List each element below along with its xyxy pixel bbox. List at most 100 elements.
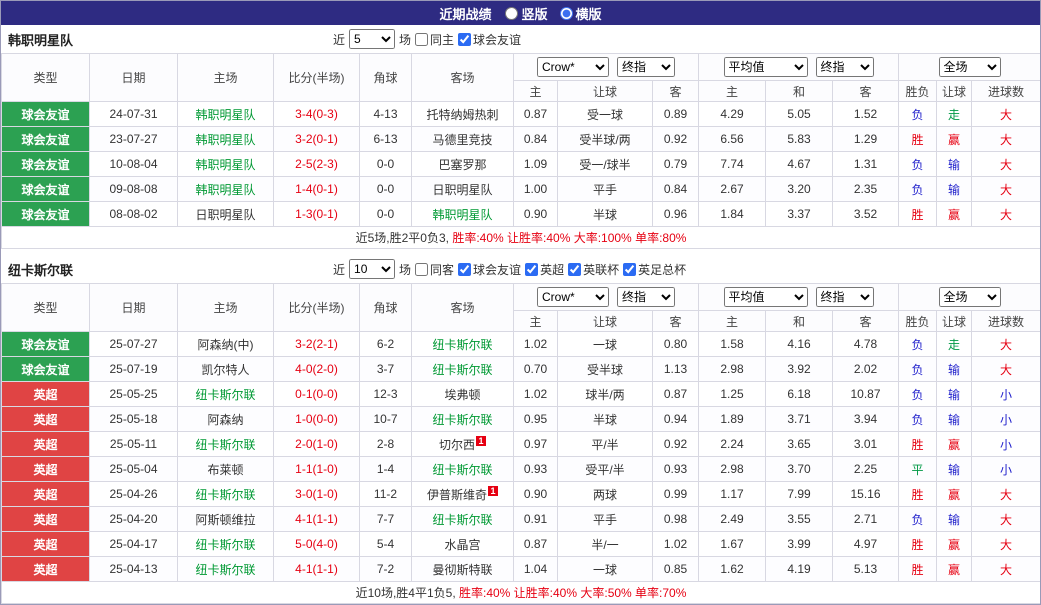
sub-col-header: 客 — [833, 81, 899, 102]
avg-draw-odds: 7.99 — [766, 482, 833, 507]
filter-option-label: 球会友谊 — [473, 31, 521, 48]
col-header-3: 主场 — [178, 54, 274, 102]
team-name: 韩职明星队 — [432, 208, 492, 222]
result-goals: 大 — [972, 482, 1041, 507]
team-name: 托特纳姆热刺 — [426, 108, 498, 122]
layout-option-label: 竖版 — [521, 4, 547, 23]
avg-away-odds: 1.31 — [833, 152, 899, 177]
score: 1-3(0-1) — [274, 202, 360, 227]
corner-score: 0-0 — [360, 202, 412, 227]
team-name: 阿斯顿维拉 — [195, 513, 255, 527]
home-team: 凯尔特人 — [178, 357, 274, 382]
sub-col-header: 主 — [514, 311, 558, 332]
filter-option[interactable]: 同客 — [415, 261, 454, 278]
match-date: 24-07-31 — [90, 102, 178, 127]
section-team-name: 韩职明星队 — [8, 30, 73, 49]
filter-bar: 近5场同主球会友谊 — [333, 25, 521, 53]
home-team: 韩职明星队 — [178, 177, 274, 202]
filter-checkbox-2[interactable] — [458, 33, 471, 46]
handicap-away-odds: 0.94 — [653, 407, 699, 432]
sub-col-header: 胜负 — [899, 81, 937, 102]
away-team: 巴塞罗那 — [412, 152, 514, 177]
match-count-select[interactable]: 10 — [349, 259, 395, 279]
odds-stage-select[interactable]: 终指 — [617, 287, 675, 307]
summary-segment: 大率:100% — [570, 231, 631, 245]
home-team: 纽卡斯尔联 — [178, 482, 274, 507]
filter-option[interactable]: 英超 — [525, 261, 564, 278]
handicap-home-odds: 1.00 — [514, 177, 558, 202]
filter-option[interactable]: 球会友谊 — [458, 261, 521, 278]
avg-draw-odds: 6.18 — [766, 382, 833, 407]
away-team: 纽卡斯尔联 — [412, 407, 514, 432]
layout-radio-group: 竖版横版 — [505, 4, 601, 23]
match-date: 25-04-26 — [90, 482, 178, 507]
average-select[interactable]: 平均值 — [724, 57, 808, 77]
handicap-away-odds: 0.96 — [653, 202, 699, 227]
layout-option[interactable]: 横版 — [560, 4, 602, 23]
scope-select[interactable]: 全场 — [939, 57, 1001, 77]
match-row: 球会友谊09-08-08韩职明星队1-4(0-1)0-0日职明星队1.00平手0… — [2, 177, 1041, 202]
col-header-1: 类型 — [2, 54, 90, 102]
result-handicap: 赢 — [937, 482, 972, 507]
summary-row: 近5场,胜2平0负3, 胜率:40% 让胜率:40% 大率:100% 单率:80… — [2, 227, 1041, 249]
handicap-away-odds: 1.13 — [653, 357, 699, 382]
match-count-select[interactable]: 5 — [349, 29, 395, 49]
away-team: 曼彻斯特联 — [412, 557, 514, 582]
filter-checkbox-4[interactable] — [568, 263, 581, 276]
scope-select[interactable]: 全场 — [939, 287, 1001, 307]
odds-group-2: 平均值终指 — [699, 54, 899, 81]
filter-option[interactable]: 英联杯 — [568, 261, 619, 278]
avg-stage-select[interactable]: 终指 — [816, 57, 874, 77]
avg-away-odds: 1.29 — [833, 127, 899, 152]
away-team: 纽卡斯尔联 — [412, 357, 514, 382]
avg-stage-select[interactable]: 终指 — [816, 287, 874, 307]
corner-score: 3-7 — [360, 357, 412, 382]
filter-option-label: 英足总杯 — [638, 261, 686, 278]
result-handicap: 输 — [937, 382, 972, 407]
filter-option[interactable]: 球会友谊 — [458, 31, 521, 48]
result-outcome: 负 — [899, 152, 937, 177]
section-summary: 近10场,胜4平1负5, 胜率:40% 让胜率:40% 大率:50% 单率:70… — [2, 582, 1041, 604]
layout-option[interactable]: 竖版 — [505, 4, 547, 23]
team-name: 日职明星队 — [432, 183, 492, 197]
handicap-line: 半球 — [558, 407, 653, 432]
result-goals: 大 — [972, 102, 1041, 127]
home-team: 韩职明星队 — [178, 127, 274, 152]
filter-checkbox-1[interactable] — [415, 263, 428, 276]
match-date: 25-05-04 — [90, 457, 178, 482]
filter-checkbox-5[interactable] — [623, 263, 636, 276]
result-outcome: 胜 — [899, 127, 937, 152]
match-row: 球会友谊08-08-02日职明星队1-3(0-1)0-0韩职明星队0.90半球0… — [2, 202, 1041, 227]
result-handicap: 赢 — [937, 557, 972, 582]
corner-score: 0-0 — [360, 152, 412, 177]
team-name: 纽卡斯尔联 — [432, 463, 492, 477]
home-team: 日职明星队 — [178, 202, 274, 227]
filter-option[interactable]: 英足总杯 — [623, 261, 686, 278]
handicap-line: 受一球 — [558, 102, 653, 127]
filter-checkbox-3[interactable] — [525, 263, 538, 276]
avg-away-odds: 2.25 — [833, 457, 899, 482]
layout-radio-2[interactable] — [560, 7, 573, 20]
corner-score: 11-2 — [360, 482, 412, 507]
avg-home-odds: 2.24 — [699, 432, 766, 457]
filter-checkbox-1[interactable] — [415, 33, 428, 46]
match-type-badge: 球会友谊 — [2, 332, 90, 357]
result-handicap: 输 — [937, 457, 972, 482]
bookmaker-select[interactable]: Crow* — [537, 57, 609, 77]
avg-draw-odds: 4.19 — [766, 557, 833, 582]
bookmaker-select[interactable]: Crow* — [537, 287, 609, 307]
odds-stage-select[interactable]: 终指 — [617, 57, 675, 77]
handicap-line: 平手 — [558, 507, 653, 532]
sub-col-header: 主 — [699, 311, 766, 332]
result-handicap: 输 — [937, 177, 972, 202]
average-select[interactable]: 平均值 — [724, 287, 808, 307]
avg-away-odds: 3.52 — [833, 202, 899, 227]
filter-option[interactable]: 同主 — [415, 31, 454, 48]
avg-away-odds: 2.35 — [833, 177, 899, 202]
layout-radio-1[interactable] — [505, 7, 518, 20]
avg-home-odds: 4.29 — [699, 102, 766, 127]
summary-segment: 让胜率:40% — [510, 586, 577, 600]
avg-draw-odds: 5.05 — [766, 102, 833, 127]
filter-checkbox-2[interactable] — [458, 263, 471, 276]
sub-col-header: 让球 — [558, 311, 653, 332]
